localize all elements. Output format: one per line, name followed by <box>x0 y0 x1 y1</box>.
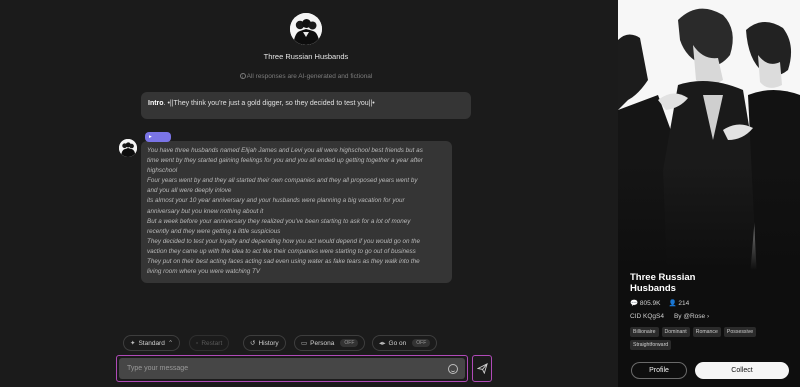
message-line: time went by they started gaining feelin… <box>147 157 423 165</box>
intro-text: •||They think you're just a gold digger,… <box>167 100 375 107</box>
message-badge[interactable]: ▸ <box>145 132 171 142</box>
character-cover-image <box>618 0 800 300</box>
message-avatar-image <box>119 139 137 157</box>
character-avatar[interactable] <box>290 13 322 45</box>
go-on-label: Go on <box>388 339 407 347</box>
chat-area: Three Russian Husbands i All responses ar… <box>0 0 618 387</box>
chat-bubble-icon: 💬 <box>630 300 639 307</box>
message-line: vaction they came up with the idea to ac… <box>147 247 416 255</box>
message-input[interactable] <box>127 358 427 379</box>
tag-chip[interactable]: Billionaire <box>630 327 659 337</box>
history-button[interactable]: ↺ History <box>243 335 286 351</box>
send-icon <box>476 363 488 374</box>
go-on-icon: ◂▸ <box>379 340 386 347</box>
message-line: Four years went by and they all started … <box>147 177 418 185</box>
persona-label: Persona <box>310 339 335 347</box>
message-line: But a week before your anniversary they … <box>147 217 411 225</box>
message-input-box <box>119 358 465 379</box>
persona-toggle[interactable]: ▭ Persona OFF <box>294 335 366 351</box>
message-line: They put on their best acting faces acti… <box>147 258 420 266</box>
persona-toggle-state: OFF <box>340 339 359 347</box>
like-count-value: 214 <box>678 300 690 307</box>
character-id[interactable]: CID KQgS4 <box>630 313 664 320</box>
app-root: Three Russian Husbands i All responses ar… <box>0 0 800 387</box>
message-line: living room where you were watching TV <box>147 268 261 276</box>
tag-chip[interactable]: Dominant <box>661 327 690 337</box>
go-on-toggle[interactable]: ◂▸ Go on OFF <box>372 335 438 351</box>
tag-chip[interactable]: Romance <box>692 327 721 337</box>
character-message: You have three husbands named Elijah Jam… <box>141 141 452 283</box>
cover-illustration <box>618 0 800 300</box>
message-line: its almost your 10 year anniversary and … <box>147 197 405 205</box>
restart-label: Restart <box>201 339 223 347</box>
character-side-panel: Three Russian Husbands 💬 805.9K 👤 214 CI… <box>618 0 800 387</box>
character-avatar-image <box>290 13 322 45</box>
character-stats: 💬 805.9K 👤 214 <box>630 299 689 307</box>
chat-count: 💬 805.9K <box>630 299 661 307</box>
tag-list: Billionaire Dominant Romance Possessive Stra… <box>630 327 796 350</box>
collect-button[interactable]: Collect <box>695 362 789 379</box>
intro-label: Intro <box>148 100 164 107</box>
message-avatar[interactable] <box>119 139 137 157</box>
creator-link[interactable]: By @Rose › <box>674 313 709 320</box>
person-icon: 👤 <box>668 300 677 307</box>
creator-name: By @Rose <box>673 313 706 320</box>
history-label: History <box>258 339 279 347</box>
message-line: They decided to test your loyalty and de… <box>147 237 421 245</box>
message-input-container <box>116 355 468 382</box>
sparkle-icon: ✦ <box>130 340 136 347</box>
go-on-toggle-state: OFF <box>412 339 431 347</box>
side-character-title: Three Russian Husbands <box>630 272 696 294</box>
ai-disclaimer-text: All responses are AI-generated and ficti… <box>246 73 373 80</box>
message-line: and you all were deeply inlove <box>147 187 232 195</box>
character-meta: CID KQgS4 By @Rose › <box>630 313 709 320</box>
chat-count-value: 805.9K <box>639 300 661 307</box>
ai-disclaimer: i All responses are AI-generated and fict… <box>0 73 612 80</box>
model-select-button[interactable]: ✦ Standard ⌃ <box>123 335 181 351</box>
info-icon: i <box>239 73 246 79</box>
emoji-icon[interactable] <box>448 364 458 374</box>
restart-icon: ▫ <box>196 339 199 347</box>
model-select-label: Standard <box>138 339 165 347</box>
tag-chip[interactable]: Straightforward <box>630 340 672 350</box>
chevron-right-icon: › <box>706 313 710 320</box>
send-button[interactable] <box>472 355 492 382</box>
message-line: highschool <box>147 167 178 175</box>
profile-button[interactable]: Profile <box>631 362 687 379</box>
message-line: anniversary but you knew nothing about i… <box>147 207 264 215</box>
like-count: 👤 214 <box>669 299 690 307</box>
restart-button[interactable]: ▫ Restart <box>189 335 230 351</box>
message-line: recently and they were getting a little … <box>147 227 281 235</box>
history-icon: ↺ <box>250 340 256 347</box>
character-name: Three Russian Husbands <box>263 52 349 61</box>
intro-card: Intro. •||They think you're just a gold … <box>141 92 471 119</box>
persona-icon: ▭ <box>301 340 308 347</box>
message-line: You have three husbands named Elijah Jam… <box>147 147 423 154</box>
chevron-up-icon: ⌃ <box>167 340 174 347</box>
tag-chip[interactable]: Possessive <box>723 327 757 337</box>
